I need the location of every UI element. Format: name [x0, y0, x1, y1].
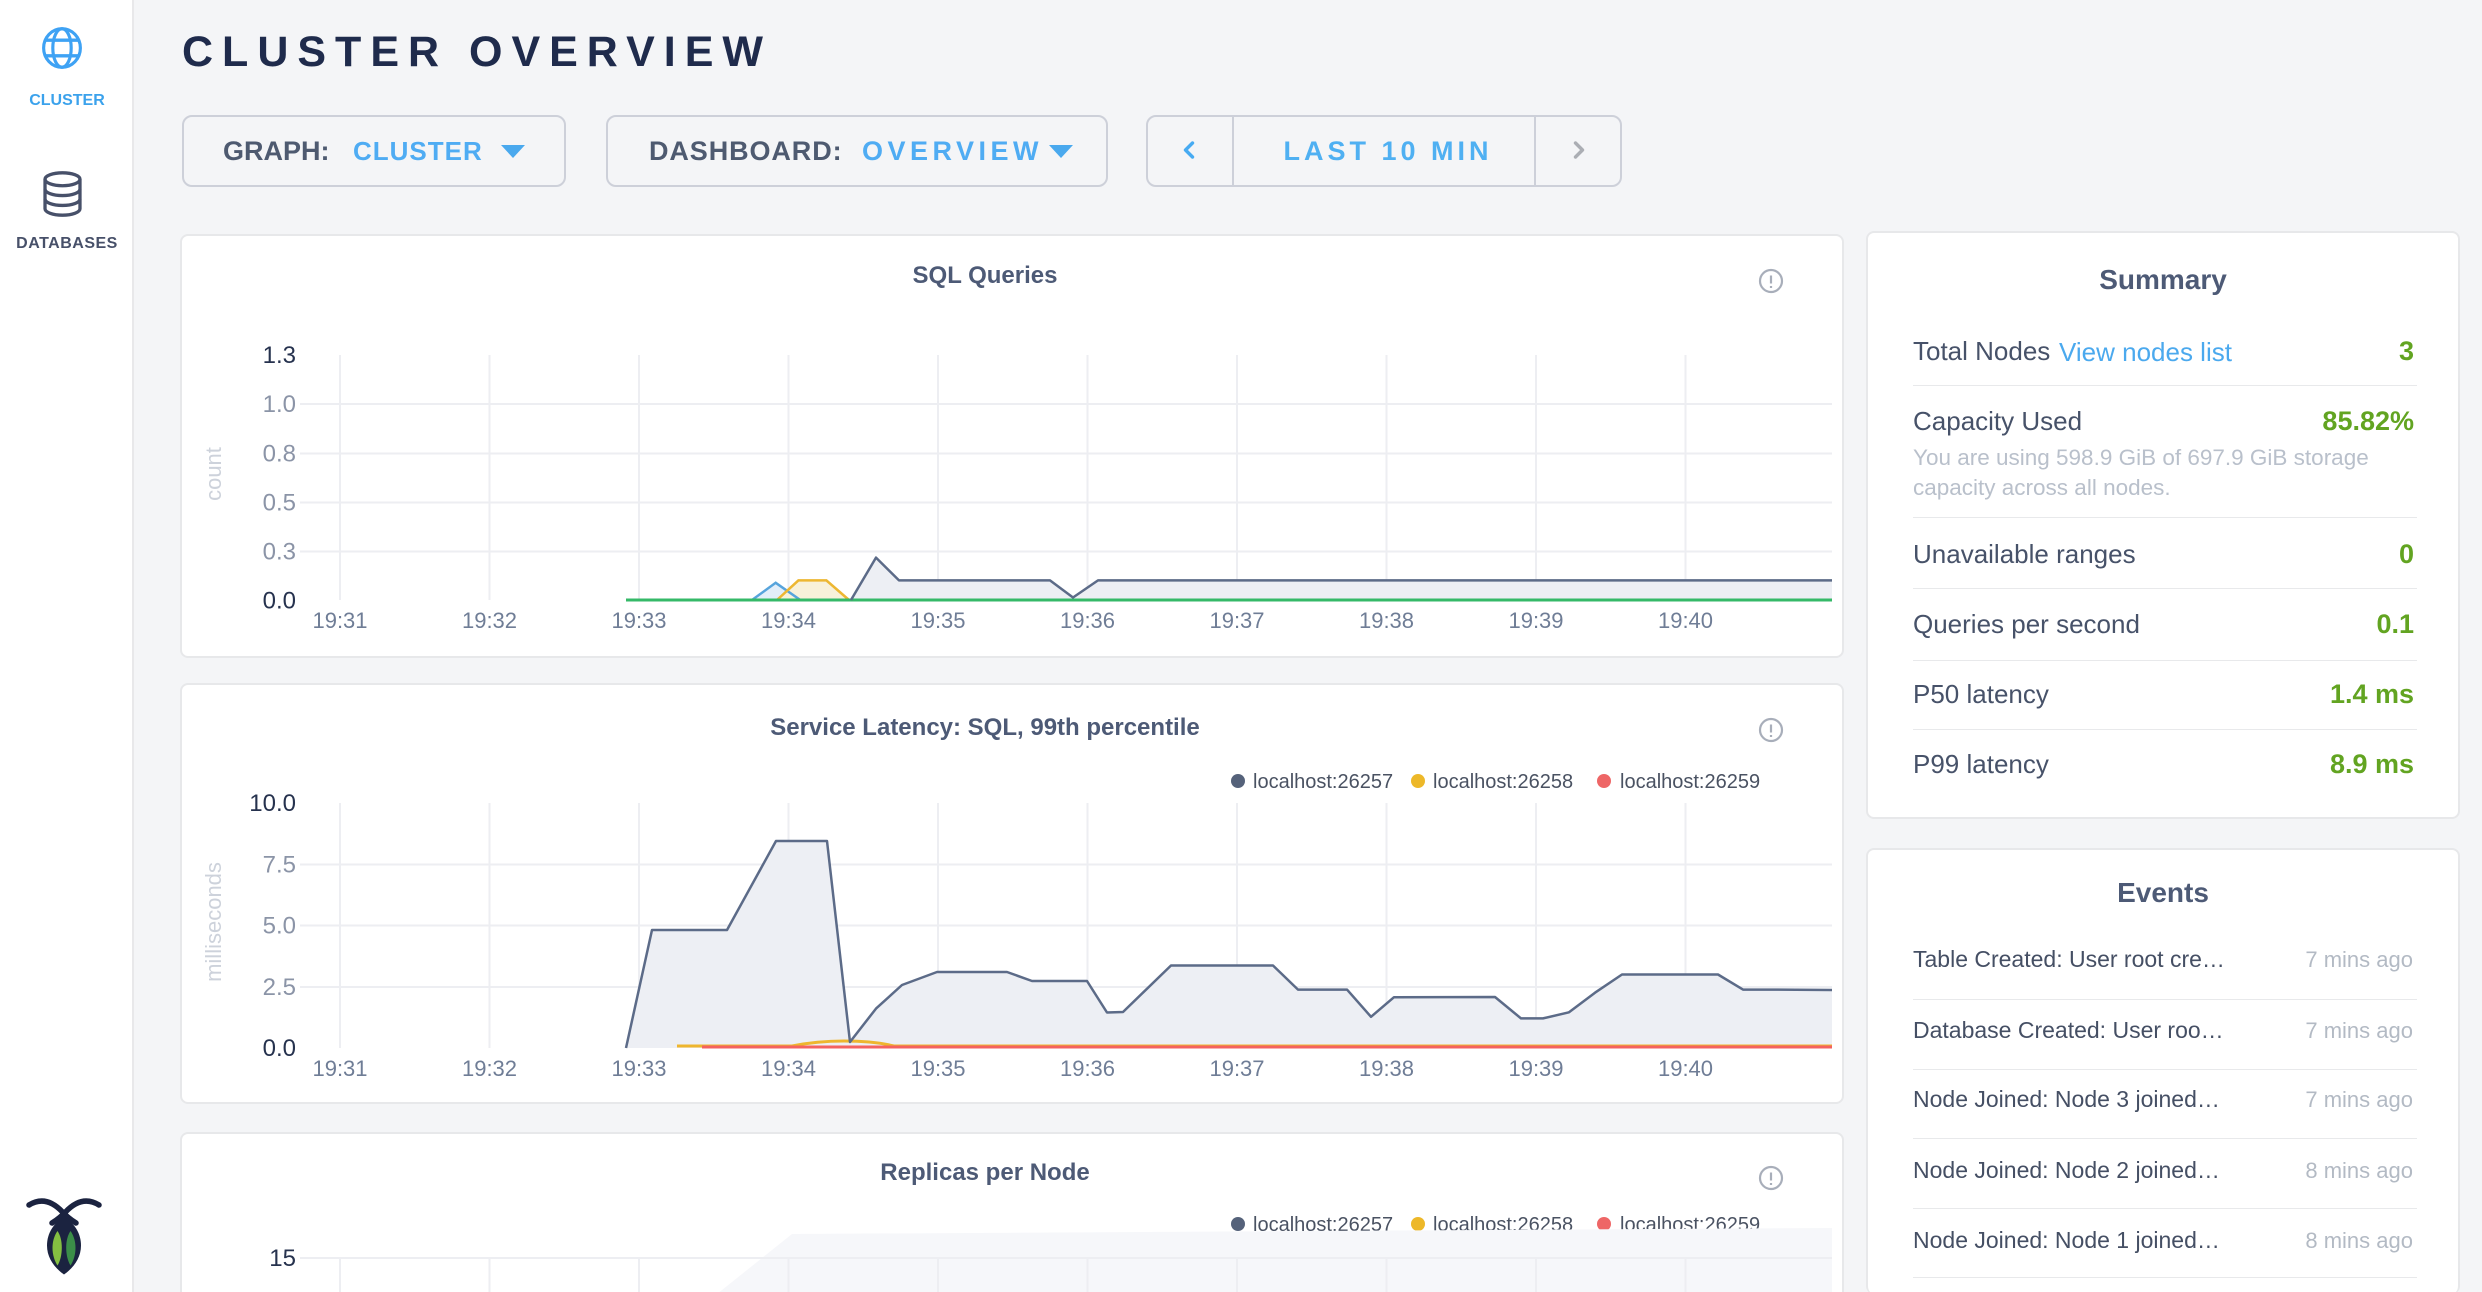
svg-text:19:36: 19:36 [1060, 608, 1115, 633]
svg-text:0.5: 0.5 [263, 490, 296, 517]
svg-text:19:35: 19:35 [910, 1056, 965, 1081]
svg-text:19:39: 19:39 [1508, 1056, 1563, 1081]
svg-text:milliseconds: milliseconds [201, 862, 226, 982]
svg-text:19:37: 19:37 [1209, 1056, 1264, 1081]
svg-text:19:33: 19:33 [611, 608, 666, 633]
svg-text:19:34: 19:34 [761, 608, 816, 633]
svg-text:SQL Queries: SQL Queries [913, 262, 1058, 289]
svg-text:15: 15 [269, 1245, 296, 1272]
svg-text:19:31: 19:31 [312, 608, 367, 633]
svg-text:7.5: 7.5 [263, 851, 296, 878]
svg-text:Replicas per Node: Replicas per Node [880, 1159, 1089, 1186]
svg-text:10.0: 10.0 [249, 790, 296, 817]
svg-text:19:33: 19:33 [611, 1056, 666, 1081]
svg-text:19:39: 19:39 [1508, 608, 1563, 633]
svg-text:1.3: 1.3 [263, 342, 296, 369]
svg-text:0.8: 0.8 [263, 441, 296, 468]
svg-text:Service Latency: SQL, 99th per: Service Latency: SQL, 99th percentile [770, 714, 1200, 741]
svg-text:19:38: 19:38 [1359, 608, 1414, 633]
svg-text:19:37: 19:37 [1209, 608, 1264, 633]
svg-text:1.0: 1.0 [263, 391, 296, 418]
svg-text:19:31: 19:31 [312, 1056, 367, 1081]
svg-text:19:38: 19:38 [1359, 1056, 1414, 1081]
svg-text:19:32: 19:32 [462, 608, 517, 633]
svg-text:19:32: 19:32 [462, 1056, 517, 1081]
svg-text:19:36: 19:36 [1060, 1056, 1115, 1081]
svg-text:localhost:26258: localhost:26258 [1433, 771, 1573, 793]
svg-text:0.3: 0.3 [263, 539, 296, 566]
svg-text:localhost:26259: localhost:26259 [1620, 771, 1760, 793]
svg-text:19:35: 19:35 [910, 608, 965, 633]
svg-text:5.0: 5.0 [263, 913, 296, 940]
svg-text:count: count [201, 447, 226, 501]
svg-text:localhost:26257: localhost:26257 [1253, 771, 1393, 793]
svg-text:2.5: 2.5 [263, 974, 296, 1001]
svg-text:19:40: 19:40 [1658, 608, 1713, 633]
svg-text:19:40: 19:40 [1658, 1056, 1713, 1081]
svg-text:19:34: 19:34 [761, 1056, 816, 1081]
svg-text:0.0: 0.0 [263, 588, 296, 615]
svg-text:0.0: 0.0 [263, 1035, 296, 1062]
